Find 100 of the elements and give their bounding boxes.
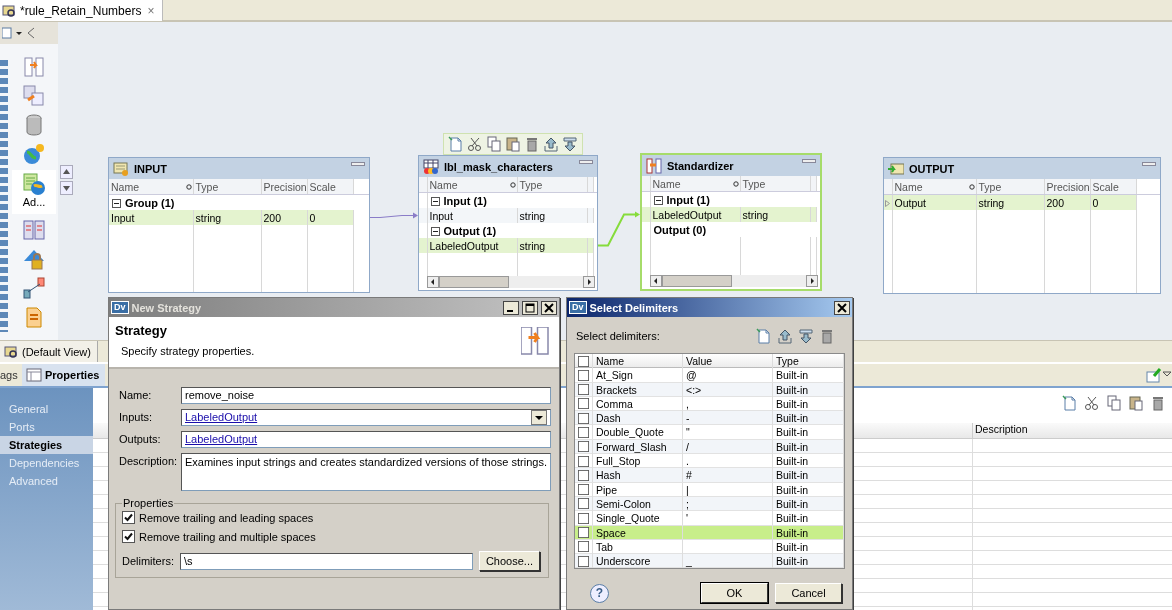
checkbox-option[interactable]: Remove trailing and multiple spaces <box>122 530 540 543</box>
select-all-checkbox[interactable] <box>578 355 589 367</box>
checkbox[interactable] <box>578 455 589 467</box>
dropdown-arrow-button[interactable] <box>530 410 547 425</box>
pin-icon[interactable] <box>1146 367 1162 383</box>
dropdown-field[interactable]: LabeledOutput <box>181 409 551 426</box>
trash-icon[interactable] <box>1150 395 1166 411</box>
new-document-icon[interactable] <box>756 327 772 344</box>
scroll-thumb[interactable] <box>439 276 509 288</box>
minimize-icon[interactable] <box>1142 160 1156 168</box>
column-header[interactable]: Type <box>195 180 219 193</box>
column-header[interactable]: Type <box>773 354 844 368</box>
checkbox[interactable] <box>578 498 589 510</box>
transformation-node[interactable]: Standardizer Name Type Input (1) LabeledOutput string Output (0) <box>640 153 822 291</box>
description-field[interactable]: Examines input strings and creates standardized versions of those strings. <box>181 453 551 491</box>
scroll-down-button[interactable] <box>60 181 73 195</box>
transformation-node[interactable]: INPUT Name Type Precision Scale Group (1) Input string 200 0 <box>108 157 370 293</box>
paste-icon[interactable] <box>505 136 521 152</box>
up-arrow-icon[interactable] <box>777 327 793 344</box>
scissors-icon[interactable] <box>1084 395 1100 411</box>
port-row[interactable]: LabeledOutput string <box>642 207 820 222</box>
view-tab[interactable]: (Default View) <box>0 341 98 362</box>
checkbox[interactable] <box>578 384 589 396</box>
scroll-up-button[interactable] <box>60 165 73 179</box>
transformation-node[interactable]: OUTPUT Name Type Precision Scale Output string 200 0 <box>883 157 1161 294</box>
input-field[interactable]: \s <box>179 552 473 570</box>
dialog-button[interactable]: Cancel <box>775 583 842 604</box>
checkbox[interactable] <box>578 484 589 496</box>
column-header[interactable]: Value <box>683 354 773 368</box>
collapse-icon[interactable] <box>653 195 663 205</box>
scroll-left-button[interactable] <box>427 276 439 288</box>
choose-button[interactable]: Choose... <box>478 551 540 571</box>
checkbox[interactable] <box>578 441 589 453</box>
down-arrow-icon[interactable] <box>562 136 578 152</box>
value-link[interactable]: LabeledOutput <box>185 410 258 425</box>
trash-icon[interactable] <box>819 327 835 344</box>
table-row[interactable]: Single_Quote ' Built-in <box>575 511 844 526</box>
collapse-icon[interactable] <box>430 196 440 206</box>
dialog-button[interactable]: OK <box>701 583 768 604</box>
checkbox-option[interactable]: Remove trailing and leading spaces <box>122 511 540 524</box>
column-header[interactable]: Name <box>652 177 681 190</box>
table-row[interactable]: Underscore _ Built-in <box>575 554 844 569</box>
checkbox[interactable] <box>578 555 589 567</box>
input-field[interactable]: LabeledOutput <box>181 431 551 448</box>
new-document-icon[interactable] <box>1062 395 1078 411</box>
minimize-icon[interactable] <box>579 158 593 166</box>
input-field[interactable]: remove_noise <box>181 387 551 404</box>
table-row[interactable]: Dash - Built-in <box>575 411 844 426</box>
checkbox[interactable] <box>578 427 589 438</box>
column-header[interactable]: Scale <box>1092 180 1119 193</box>
column-header[interactable]: Name <box>429 178 458 191</box>
checkbox[interactable] <box>578 527 589 539</box>
column-header[interactable]: Name <box>111 180 139 193</box>
minimize-icon[interactable] <box>351 160 365 168</box>
table-row[interactable]: At_Sign @ Built-in <box>575 368 844 383</box>
table-row[interactable]: Pipe | Built-in <box>575 482 844 497</box>
column-header[interactable]: Scale <box>309 180 336 193</box>
maximize-button[interactable] <box>522 300 538 315</box>
transformation-node[interactable]: lbl_mask_characters Name Type Input (1) Input string Output (1) LabeledOutput string <box>418 155 598 291</box>
checkbox[interactable] <box>578 541 589 553</box>
port-row[interactable]: LabeledOutput string <box>419 238 597 253</box>
table-row[interactable]: Hash # Built-in <box>575 468 844 483</box>
horizontal-scrollbar[interactable] <box>650 275 818 287</box>
copy-icon[interactable] <box>1106 395 1122 411</box>
checkbox[interactable] <box>122 530 135 543</box>
close-button[interactable] <box>834 300 850 315</box>
paste-icon[interactable] <box>1128 395 1144 411</box>
checkbox[interactable] <box>122 511 135 524</box>
minimize-button[interactable] <box>503 300 519 315</box>
port-row[interactable]: Input string <box>419 208 597 223</box>
checkbox[interactable] <box>578 412 589 424</box>
column-header[interactable]: Precision <box>263 180 306 193</box>
table-row[interactable]: Double_Quote " Built-in <box>575 425 844 440</box>
trash-icon[interactable] <box>524 136 540 152</box>
up-arrow-icon[interactable] <box>543 136 559 152</box>
checkbox[interactable] <box>578 369 589 381</box>
scroll-right-button[interactable] <box>806 275 818 287</box>
collapse-icon[interactable] <box>430 226 440 236</box>
column-header[interactable]: Description <box>973 423 1028 438</box>
column-header[interactable]: Precision <box>1046 180 1089 193</box>
close-button[interactable] <box>541 300 557 315</box>
column-header[interactable]: Name <box>894 180 923 193</box>
view-tab[interactable]: Properties <box>22 364 106 386</box>
column-header[interactable]: Name <box>593 354 683 368</box>
scissors-icon[interactable] <box>467 136 483 152</box>
palette-item[interactable]: Ad... <box>12 170 56 214</box>
connection-line[interactable] <box>369 212 418 219</box>
horizontal-scrollbar[interactable] <box>427 276 595 288</box>
close-button[interactable]: × <box>145 3 157 18</box>
collapse-icon[interactable] <box>112 198 121 208</box>
column-header[interactable]: Type <box>519 178 543 191</box>
value-link[interactable]: LabeledOutput <box>185 432 258 447</box>
scroll-thumb[interactable] <box>662 275 732 287</box>
column-header[interactable]: Type <box>742 177 766 190</box>
copy-icon[interactable] <box>486 136 502 152</box>
new-document-icon[interactable] <box>448 136 464 152</box>
minimize-icon[interactable] <box>802 157 816 165</box>
down-arrow-icon[interactable] <box>798 327 814 344</box>
scroll-left-button[interactable] <box>650 275 662 287</box>
checkbox[interactable] <box>578 512 589 524</box>
